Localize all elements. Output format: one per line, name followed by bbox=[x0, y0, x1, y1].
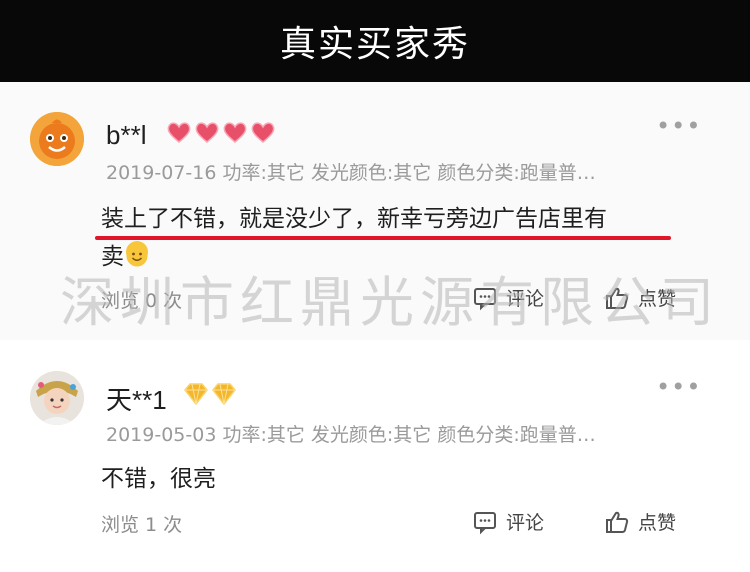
view-count: 浏览 1 次 bbox=[101, 514, 183, 536]
username[interactable]: 天**1 bbox=[106, 380, 167, 417]
comment-text: 装上了不错，就是没少了，新幸亏旁边广告店里有 bbox=[101, 206, 607, 232]
like-button[interactable]: 点赞 bbox=[604, 284, 676, 311]
review-card: 天**1 ••• 2019-05-03 功率:其它 发光颜色:其它 颜色分类:跑… bbox=[0, 340, 750, 572]
review-comment: 不错，很亮 bbox=[101, 460, 691, 498]
smile-emoji-icon bbox=[126, 241, 148, 267]
baby-photo-avatar-icon bbox=[30, 371, 84, 425]
heart-badge-icon bbox=[223, 122, 247, 143]
comment-icon bbox=[474, 511, 496, 534]
like-label: 点赞 bbox=[638, 288, 677, 310]
like-label: 点赞 bbox=[638, 512, 677, 534]
comment-line: 装上了不错，就是没少了，新幸亏旁边广告店里有 bbox=[95, 200, 691, 240]
highlight-underline bbox=[95, 236, 671, 240]
comment-label: 评论 bbox=[506, 512, 545, 534]
username[interactable]: b**l bbox=[106, 120, 146, 151]
more-options-icon[interactable]: ••• bbox=[656, 112, 701, 140]
banner-title: 真实买家秀 bbox=[279, 24, 470, 65]
diamond-badge-icon bbox=[184, 383, 208, 406]
review-meta: 2019-05-03 功率:其它 发光颜色:其它 颜色分类:跑量普… bbox=[106, 424, 596, 446]
user-avatar[interactable] bbox=[30, 371, 84, 425]
review-footer: 浏览 0 次 评论 点赞 bbox=[0, 286, 750, 316]
more-options-icon[interactable]: ••• bbox=[656, 373, 701, 401]
like-button[interactable]: 点赞 bbox=[604, 508, 676, 535]
heart-badge-icon bbox=[251, 122, 275, 143]
member-badges bbox=[183, 382, 237, 406]
review-comment: 装上了不错，就是没少了，新幸亏旁边广告店里有 卖 bbox=[95, 200, 691, 276]
review-meta: 2019-07-16 功率:其它 发光颜色:其它 颜色分类:跑量普… bbox=[106, 162, 596, 184]
comment-line: 卖 bbox=[101, 238, 691, 276]
comment-button[interactable]: 评论 bbox=[472, 508, 544, 535]
mascot-avatar-icon bbox=[30, 112, 84, 166]
heart-badge-icon bbox=[167, 122, 191, 143]
view-count: 浏览 0 次 bbox=[101, 290, 183, 312]
comment-text: 卖 bbox=[101, 244, 124, 270]
heart-badge-icon bbox=[195, 122, 219, 143]
page-banner: 真实买家秀 bbox=[0, 0, 750, 82]
comment-label: 评论 bbox=[506, 288, 545, 310]
member-badges bbox=[166, 120, 276, 144]
comment-text: 不错，很亮 bbox=[101, 466, 216, 492]
thumbs-up-icon bbox=[606, 287, 629, 309]
comment-button[interactable]: 评论 bbox=[472, 284, 544, 311]
review-card: b**l ••• 2019-07-16 功率:其它 发光颜色:其它 颜色分类:跑… bbox=[0, 82, 750, 340]
user-avatar[interactable] bbox=[30, 112, 84, 166]
diamond-badge-icon bbox=[212, 383, 236, 406]
review-footer: 浏览 1 次 评论 点赞 bbox=[0, 510, 750, 540]
thumbs-up-icon bbox=[606, 511, 629, 533]
comment-icon bbox=[474, 287, 496, 310]
